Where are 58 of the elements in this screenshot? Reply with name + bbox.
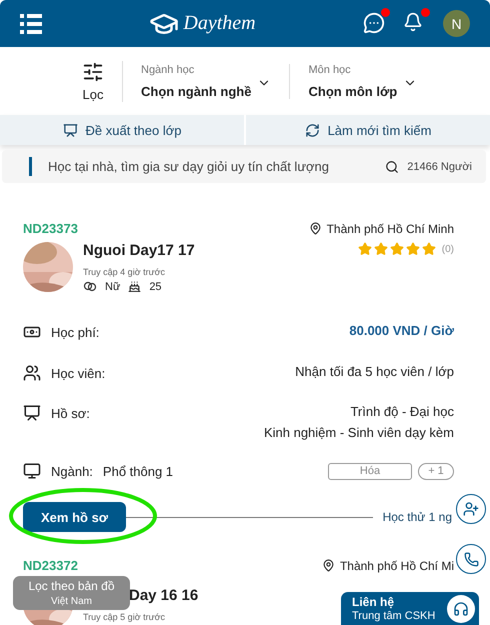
review-count: (0) xyxy=(442,244,454,254)
tutor-name: Nguoi Day17 17 xyxy=(83,242,195,259)
map-pin-icon xyxy=(308,222,322,235)
dropdown-field[interactable]: Ngành học Chọn ngành nghề xyxy=(141,64,290,98)
refresh-icon xyxy=(304,122,320,138)
field-value: Phổ thông 1 xyxy=(102,464,174,478)
gender-icon xyxy=(83,280,97,292)
cake-icon xyxy=(128,280,142,293)
profile-line: Kinh nghiệm - Sinh viên dạy kèm xyxy=(264,425,454,440)
sliders-icon xyxy=(82,60,104,82)
last-seen: Truy cập 5 giờ trước xyxy=(83,612,166,622)
trial-text: Học thử 1 ng xyxy=(382,510,452,524)
age: 25 xyxy=(149,280,162,292)
fee-label: Học phí: xyxy=(51,324,100,340)
headset-icon xyxy=(447,595,475,623)
phone-icon xyxy=(464,552,478,566)
students-label: Học viên: xyxy=(51,366,106,380)
search-icon[interactable] xyxy=(385,160,400,174)
field-label: Ngành: xyxy=(51,464,93,478)
search-field[interactable]: Học tại nhà, tìm gia sư dạy giỏi uy tín chất lượng 21466 Người xyxy=(2,150,486,183)
star-icon xyxy=(422,242,436,256)
refresh-button[interactable]: Làm mới tìm kiếm xyxy=(246,115,490,145)
last-seen: Truy cập 4 giờ trước xyxy=(83,267,166,277)
monitor-icon xyxy=(23,462,41,480)
view-profile-button[interactable]: Xem hồ sơ xyxy=(23,502,126,532)
students-icon xyxy=(23,364,41,382)
subject-tag: Hóa xyxy=(328,462,412,480)
star-icon xyxy=(390,242,404,256)
menu-icon[interactable] xyxy=(20,14,42,34)
result-count: 21466 Người xyxy=(407,160,472,172)
map-pin-icon xyxy=(322,559,335,572)
city: Thành phố Hồ Chí Mi xyxy=(340,558,454,572)
city: Thành phố Hồ Chí Minh xyxy=(326,222,454,236)
logo: Daythem xyxy=(183,12,256,35)
tutor-code: ND23373 xyxy=(23,221,78,236)
profile-label: Hồ sơ: xyxy=(51,406,90,420)
board-icon xyxy=(23,404,41,422)
star-icon xyxy=(374,242,388,256)
add-user-button[interactable] xyxy=(456,494,486,524)
phone-button[interactable] xyxy=(456,544,486,574)
subject-tag: + 1 xyxy=(418,462,454,480)
chat-icon xyxy=(363,12,385,34)
filter-button[interactable]: Lọc xyxy=(82,60,123,102)
presentation-icon xyxy=(62,122,78,138)
tutor-name: Day 16 16 xyxy=(129,586,198,604)
star-icon xyxy=(406,242,420,256)
gender: Nữ xyxy=(105,280,120,292)
students-value: Nhận tối đa 5 học viên / lớp xyxy=(295,364,454,379)
dropdown-field[interactable]: Môn học Chọn môn lớp xyxy=(308,64,436,98)
user-avatar[interactable]: N xyxy=(443,10,470,37)
add-user-icon xyxy=(463,501,479,517)
profile-line: Trình độ - Đại học xyxy=(350,404,454,419)
fee-value: 80.000 VND / Giờ xyxy=(349,323,454,338)
bell-icon xyxy=(403,12,423,32)
star-icon xyxy=(358,242,372,256)
contact-button[interactable]: Liên hệ Trung tâm CSKH xyxy=(341,592,479,625)
tutor-code: ND23372 xyxy=(23,558,78,573)
suggest-button[interactable]: Đề xuất theo lớp xyxy=(0,115,244,145)
